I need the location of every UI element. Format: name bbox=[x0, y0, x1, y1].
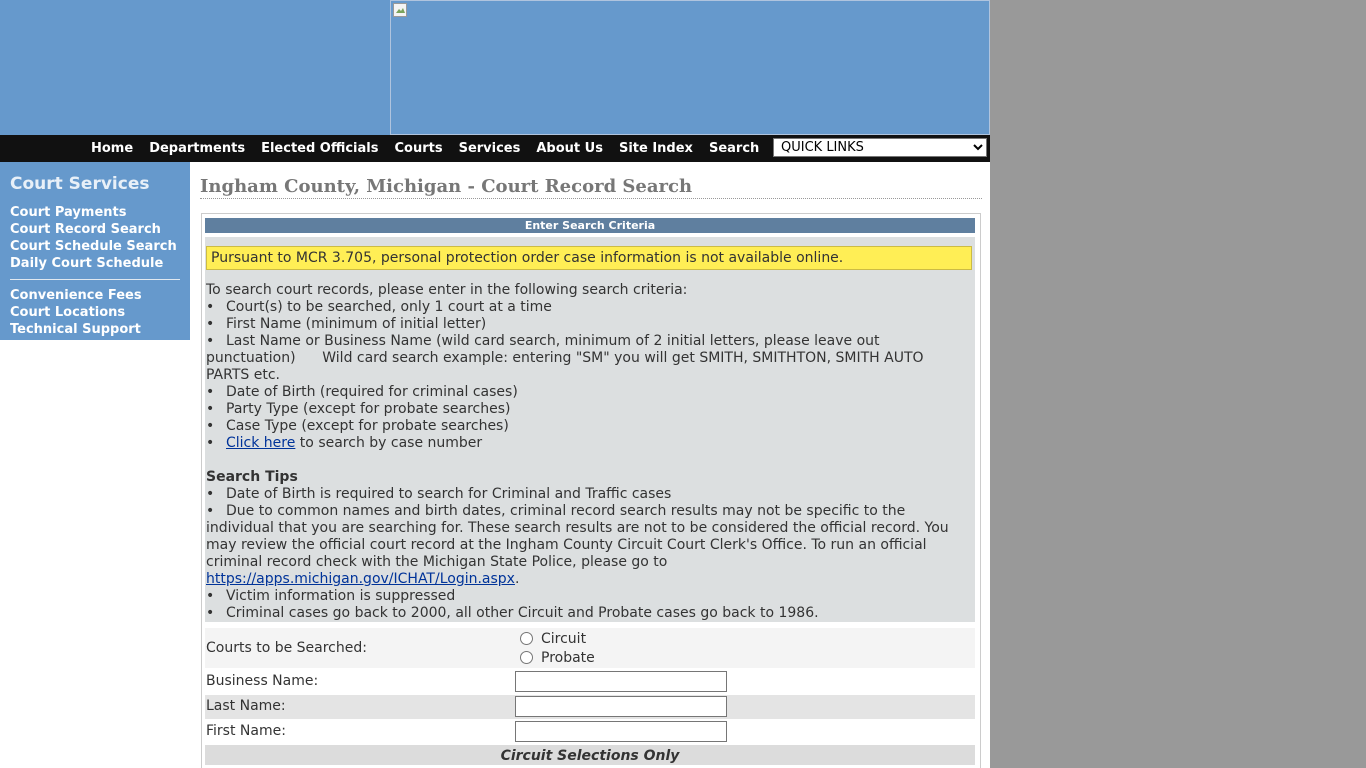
sidebar-item-convenience-fees[interactable]: Convenience Fees bbox=[10, 288, 142, 303]
nav-courts[interactable]: Courts bbox=[386, 135, 450, 162]
sidebar-item-court-payments[interactable]: Court Payments bbox=[10, 205, 126, 220]
nav-home[interactable]: Home bbox=[83, 135, 141, 162]
circuit-radio-label: Circuit bbox=[541, 631, 587, 647]
courts-row: Courts to be Searched: Circuit Probate bbox=[205, 628, 975, 668]
nav-departments[interactable]: Departments bbox=[141, 135, 253, 162]
probate-radio-label: Probate bbox=[541, 650, 595, 666]
criteria-item: • Court(s) to be searched, only 1 court a… bbox=[206, 299, 552, 315]
page-title: Ingham County, Michigan - Court Record S… bbox=[200, 176, 693, 197]
courts-label: Courts to be Searched: bbox=[206, 640, 367, 656]
tip-item: • Victim information is suppressed bbox=[206, 588, 456, 604]
sidebar-item-court-record-search[interactable]: Court Record Search bbox=[10, 222, 161, 237]
sidebar-item-court-schedule-search[interactable]: Court Schedule Search bbox=[10, 239, 177, 254]
nav-search[interactable]: Search bbox=[701, 135, 767, 162]
circuit-radio[interactable] bbox=[520, 632, 533, 645]
panel-header: Enter Search Criteria bbox=[205, 218, 975, 233]
circuit-selections-label: Circuit Selections Only bbox=[500, 748, 680, 764]
last-name-row: Last Name: bbox=[205, 695, 975, 719]
title-divider bbox=[200, 198, 982, 199]
criteria-item: • First Name (minimum of initial letter) bbox=[206, 316, 487, 332]
sidebar-item-daily-court-schedule[interactable]: Daily Court Schedule bbox=[10, 256, 163, 271]
search-tips-title: Search Tips bbox=[206, 469, 298, 485]
nav-services[interactable]: Services bbox=[451, 135, 529, 162]
tip-item: • Due to common names and birth dates, cr… bbox=[206, 503, 949, 587]
sidebar: Court Services Court Payments Court Reco… bbox=[0, 162, 190, 340]
nav-elected-officials[interactable]: Elected Officials bbox=[253, 135, 386, 162]
page: Home Departments Elected Officials Court… bbox=[0, 0, 990, 768]
first-name-row: First Name: bbox=[205, 720, 975, 744]
nav-site-index[interactable]: Site Index bbox=[611, 135, 701, 162]
search-instructions: To search court records, please enter in… bbox=[206, 282, 966, 622]
last-name-input[interactable] bbox=[515, 696, 727, 717]
criteria-item: • Case Type (except for probate searches) bbox=[206, 418, 509, 434]
last-name-label: Last Name: bbox=[206, 698, 286, 714]
circuit-selections-header: Circuit Selections Only bbox=[205, 745, 975, 765]
intro-text: To search court records, please enter in… bbox=[206, 282, 688, 298]
ichat-link[interactable]: https://apps.michigan.gov/ICHAT/Login.as… bbox=[206, 571, 515, 587]
probate-radio[interactable] bbox=[520, 651, 533, 664]
sidebar-divider bbox=[10, 279, 180, 280]
tip-item: • Criminal cases go back to 2000, all oth… bbox=[206, 605, 819, 621]
nav-about-us[interactable]: About Us bbox=[528, 135, 611, 162]
sidebar-title: Court Services bbox=[10, 174, 150, 194]
criteria-item: • Click here to search by case number bbox=[206, 435, 483, 451]
business-name-label: Business Name: bbox=[206, 673, 319, 689]
header-logo-area bbox=[0, 0, 390, 135]
criteria-item: • Last Name or Business Name (wild card s… bbox=[206, 333, 928, 383]
ppo-notice: Pursuant to MCR 3.705, personal protecti… bbox=[206, 246, 972, 270]
tip-item: • Date of Birth is required to search for… bbox=[206, 486, 672, 502]
header-banner bbox=[390, 0, 990, 135]
criteria-item: • Party Type (except for probate searches… bbox=[206, 401, 511, 417]
sidebar-item-court-locations[interactable]: Court Locations bbox=[10, 305, 125, 320]
first-name-label: First Name: bbox=[206, 723, 286, 739]
first-name-input[interactable] bbox=[515, 721, 727, 742]
broken-image-icon bbox=[393, 3, 407, 17]
business-name-input[interactable] bbox=[515, 671, 727, 692]
quick-links-select[interactable]: QUICK LINKS bbox=[773, 138, 987, 157]
sidebar-item-technical-support[interactable]: Technical Support bbox=[10, 322, 141, 337]
criteria-item: • Date of Birth (required for criminal ca… bbox=[206, 384, 518, 400]
business-name-row: Business Name: bbox=[205, 670, 975, 694]
click-here-link[interactable]: Click here bbox=[226, 435, 295, 451]
